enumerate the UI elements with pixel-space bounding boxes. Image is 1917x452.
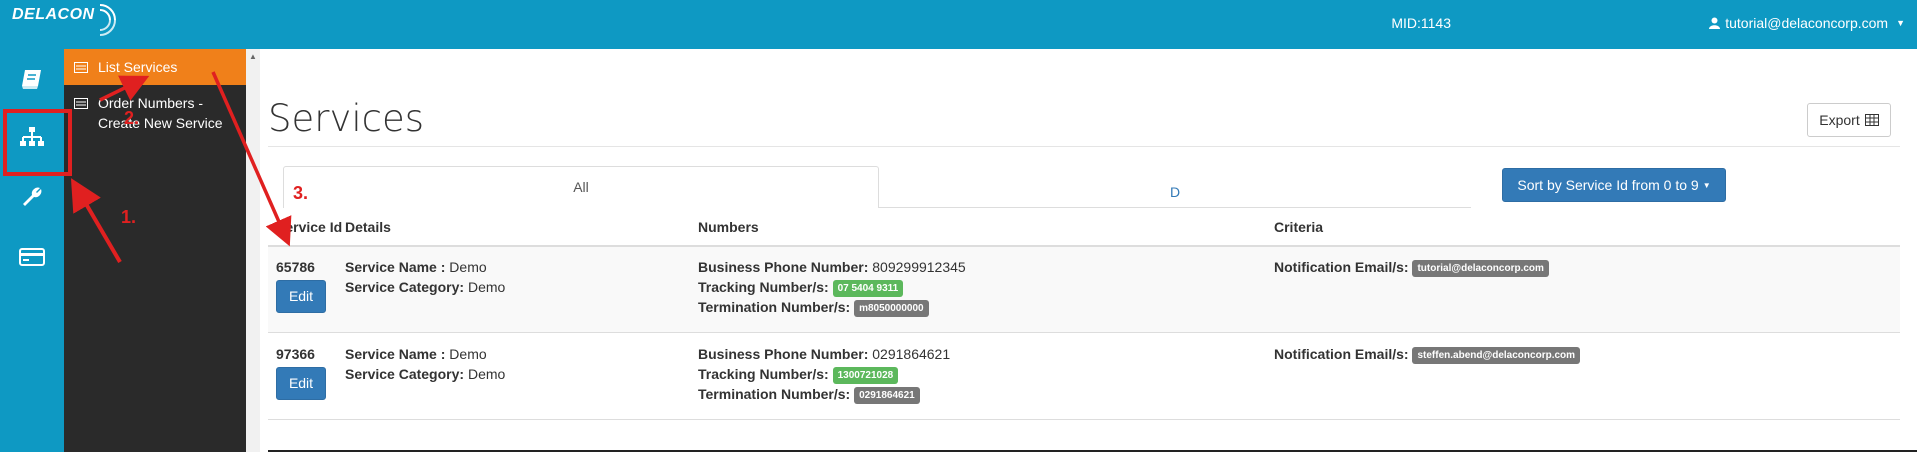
sidebar-item-label: Order Numbers - Create New Service xyxy=(98,95,223,131)
wrench-icon xyxy=(23,187,42,206)
user-icon xyxy=(1709,17,1721,29)
header-service-id: Service Id xyxy=(276,219,343,235)
edit-button[interactable]: Edit xyxy=(276,280,326,313)
brand-logo[interactable]: DELACON xyxy=(12,6,95,24)
list-icon xyxy=(74,98,88,109)
service-category: Demo xyxy=(467,366,506,382)
table-header: Service Id Details Numbers Criteria xyxy=(268,209,1900,247)
user-email: tutorial@delaconcorp.com xyxy=(1725,15,1889,31)
export-button[interactable]: Export xyxy=(1807,103,1891,137)
scroll-up-icon[interactable]: ▲ xyxy=(249,52,257,61)
icon-rail xyxy=(0,49,64,452)
caret-down-icon: ▼ xyxy=(1896,18,1905,28)
sidebar-scrollbar[interactable] xyxy=(246,49,260,452)
edit-button[interactable]: Edit xyxy=(276,367,326,400)
caret-down-icon: ▼ xyxy=(1702,180,1711,190)
service-id: 65786 xyxy=(276,259,315,275)
credit-card-icon xyxy=(19,248,45,266)
user-menu[interactable]: tutorial@delaconcorp.com ▼ xyxy=(1709,15,1905,31)
page-title: Services xyxy=(268,97,425,140)
notification-label: Notification Email/s: xyxy=(1274,259,1409,275)
tab-all[interactable]: All xyxy=(283,166,879,208)
header-criteria: Criteria xyxy=(1274,219,1324,235)
notification-badge: steffen.abend@delaconcorp.com xyxy=(1412,346,1581,364)
service-name: Demo xyxy=(449,346,487,362)
termination-label: Termination Number/s: xyxy=(698,386,851,402)
sidebar-item-label: List Services xyxy=(98,59,178,75)
service-name: Demo xyxy=(449,259,487,275)
sidebar-item-list-services[interactable]: List Services xyxy=(64,49,246,85)
table-icon xyxy=(1864,114,1879,126)
tracking-badge: 07 5404 9311 xyxy=(832,279,904,297)
sort-dropdown-button[interactable]: Sort by Service Id from 0 to 9 ▼ xyxy=(1502,168,1726,202)
tracking-label: Tracking Number/s: xyxy=(698,279,829,295)
rail-item-billing[interactable] xyxy=(0,231,64,283)
business-phone-label: Business Phone Number: xyxy=(698,259,869,275)
service-id: 97366 xyxy=(276,346,315,362)
list-icon xyxy=(74,61,88,73)
service-category-label: Service Category: xyxy=(345,366,465,382)
annotation-step-1: 1. xyxy=(121,207,137,227)
tracking-label: Tracking Number/s: xyxy=(698,366,829,382)
rail-item-book[interactable] xyxy=(0,53,64,105)
tracking-badge: 1300721028 xyxy=(832,366,899,384)
table-row: 97366 Edit Service Name : Demo Service C… xyxy=(268,334,1900,420)
filter-tabs: All D xyxy=(283,166,1471,208)
table-row: 65786 Edit Service Name : Demo Service C… xyxy=(268,247,1900,333)
merchant-id: MID:1143 xyxy=(1391,15,1451,31)
service-name-label: Service Name : xyxy=(345,346,446,362)
sidebar-item-order-numbers[interactable]: Order Numbers - Create New Service xyxy=(64,93,246,133)
sitemap-icon xyxy=(20,127,44,146)
rail-item-tools[interactable] xyxy=(0,171,64,223)
termination-badge: 0291864621 xyxy=(854,386,920,404)
header-numbers: Numbers xyxy=(698,219,759,235)
sidebar-submenu: List Services Order Numbers - Create New… xyxy=(64,49,246,452)
service-category: Demo xyxy=(467,279,506,295)
sort-label: Sort by Service Id from 0 to 9 xyxy=(1517,177,1699,193)
business-phone: 0291864621 xyxy=(872,346,951,362)
annotation-step-2: 2. xyxy=(124,108,140,128)
divider xyxy=(268,146,1900,147)
export-label: Export xyxy=(1819,112,1860,128)
notification-badge: tutorial@delaconcorp.com xyxy=(1412,259,1549,277)
termination-label: Termination Number/s: xyxy=(698,299,851,315)
header-details: Details xyxy=(345,219,391,235)
termination-badge: m8050000000 xyxy=(854,299,929,317)
annotation-step-3: 3. xyxy=(293,183,309,203)
service-category-label: Service Category: xyxy=(345,279,465,295)
top-navbar: DELACON MID:1143 tutorial@delaconcorp.co… xyxy=(0,0,1917,49)
business-phone: 809299912345 xyxy=(872,259,966,275)
tab-d[interactable]: D xyxy=(879,166,1471,208)
main-content: Services Export All D Sort by Service Id… xyxy=(260,49,1917,452)
signal-waves-icon xyxy=(99,4,116,36)
notification-label: Notification Email/s: xyxy=(1274,346,1409,362)
book-icon xyxy=(22,70,41,89)
business-phone-label: Business Phone Number: xyxy=(698,346,869,362)
rail-item-services[interactable] xyxy=(0,111,64,163)
service-name-label: Service Name : xyxy=(345,259,446,275)
